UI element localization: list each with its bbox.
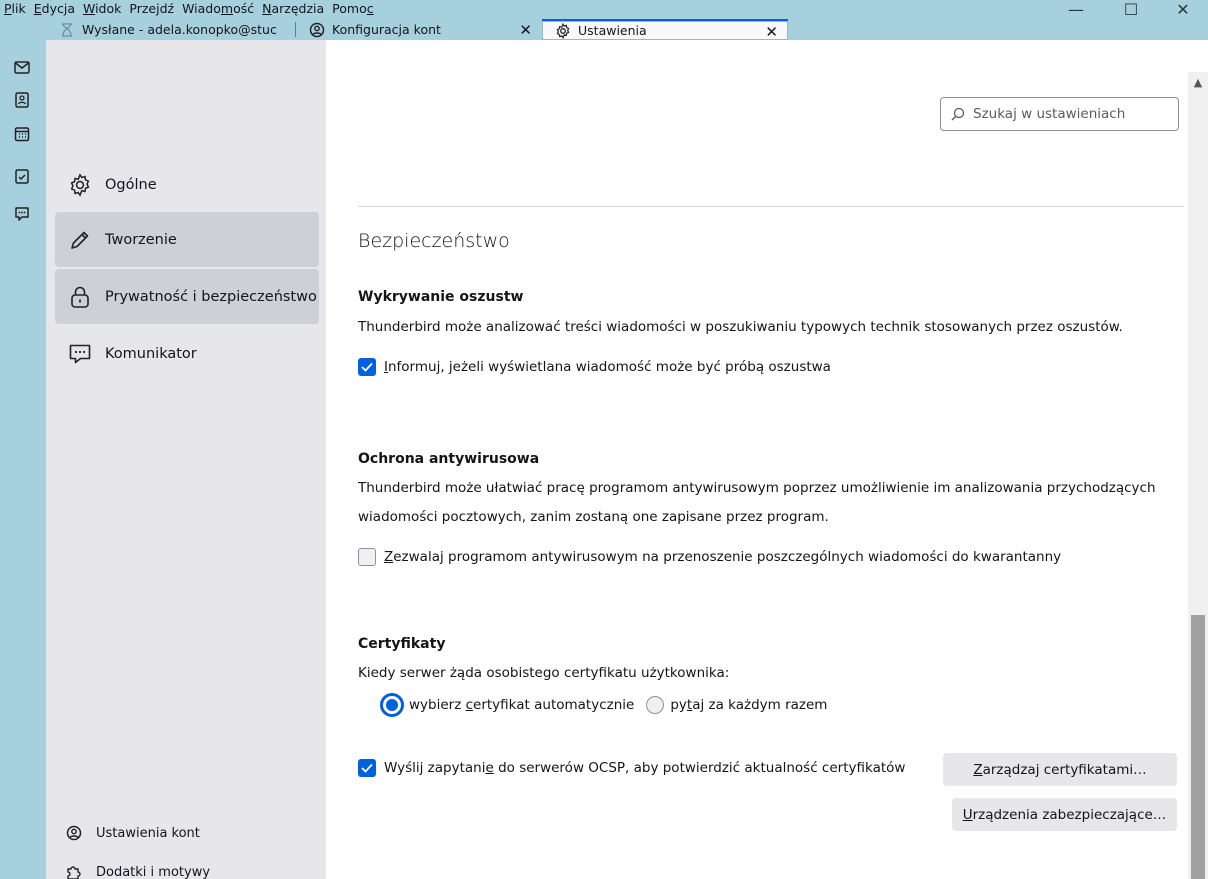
fraud-warning-checkbox[interactable]: Informuj, jeżeli wyświetlana wiadomość m… <box>358 358 831 376</box>
certificates-heading: Certyfikaty <box>358 636 446 652</box>
sidebar-item-chat[interactable]: Komunikator <box>55 326 319 381</box>
tab-sent[interactable]: Wysłane - adela.konopko@stuc <box>46 19 296 40</box>
search-placeholder: Szukaj w ustawieniach <box>973 106 1126 122</box>
menu-tools[interactable]: Narzędzia <box>262 1 324 17</box>
certificates-question: Kiedy serwer żąda osobistego certyfikatu… <box>358 665 730 681</box>
antivirus-description-line2: wiadomości pocztowych, zanim zostaną one… <box>358 509 829 525</box>
spaces-toolbar <box>0 40 46 879</box>
mail-icon[interactable] <box>12 57 32 77</box>
tab-account-setup[interactable]: Konfiguracja kont ✕ <box>296 19 542 40</box>
gear-icon <box>554 22 572 39</box>
sidebar-item-label: Komunikator <box>105 345 197 362</box>
sidebar-item-general[interactable]: Ogólne <box>55 157 319 212</box>
tab-label: Konfiguracja kont <box>332 22 441 37</box>
account-icon <box>308 22 326 38</box>
checkbox-checked[interactable] <box>358 358 376 376</box>
menu-file[interactable]: Plik <box>4 1 26 17</box>
fraud-heading: Wykrywanie oszustw <box>358 289 524 305</box>
close-icon[interactable]: ✕ <box>519 21 532 39</box>
section-title: Bezpieczeństwo <box>358 230 510 252</box>
title-bar: Plik Edycja Widok Przejdź Wiadomość Narz… <box>0 0 1208 40</box>
security-devices-button[interactable]: Urządzenia zabezpieczające… <box>952 798 1177 831</box>
fraud-description: Thunderbird może analizować treści wiado… <box>358 319 1123 335</box>
sidebar-footer-label: Dodatki i motywy <box>96 864 211 879</box>
ocsp-checkbox[interactable]: Wyślij zapytanie do serwerów OCSP, aby p… <box>358 759 905 777</box>
antivirus-description-line1: Thunderbird może ułatwiać pracę programo… <box>358 480 1156 496</box>
puzzle-icon <box>64 862 84 879</box>
pencil-icon <box>67 227 93 253</box>
sidebar-item-label: Tworzenie <box>105 231 177 248</box>
checkbox-label: Informuj, jeżeli wyświetlana wiadomość m… <box>384 359 831 375</box>
menu-view[interactable]: Widok <box>83 1 121 17</box>
radio-auto-certificate[interactable] <box>380 693 404 717</box>
menu-go[interactable]: Przejdź <box>129 1 174 17</box>
radio-ask-every-time[interactable] <box>646 696 665 714</box>
tasks-icon[interactable] <box>12 166 32 186</box>
manage-certificates-button[interactable]: Zarządzaj certyfikatami… <box>943 753 1177 786</box>
antivirus-quarantine-checkbox[interactable]: Zezwalaj programom antywirusowym na prze… <box>358 548 1061 566</box>
radio-ask-label[interactable]: pytaj za każdym razem <box>670 697 827 713</box>
tab-label: Wysłane - adela.konopko@stuc <box>82 22 277 37</box>
address-book-icon[interactable] <box>12 90 32 110</box>
divider <box>358 206 1184 207</box>
lock-icon <box>67 284 93 310</box>
menu-bar: Plik Edycja Widok Przejdź Wiadomość Narz… <box>4 1 374 17</box>
checkbox-label: Zezwalaj programom antywirusowym na prze… <box>384 549 1062 565</box>
chat-icon[interactable] <box>12 204 32 224</box>
close-icon[interactable]: ✕ <box>765 23 778 40</box>
sidebar-item-label: Ogólne <box>105 176 157 193</box>
sidebar-item-composition[interactable]: Tworzenie <box>55 212 319 267</box>
category-sidebar: Ogólne Tworzenie Prywatność i bezpieczeń… <box>46 40 326 879</box>
tab-settings[interactable]: Ustawienia ✕ <box>542 19 788 40</box>
chat-icon <box>67 341 93 367</box>
tab-strip: Wysłane - adela.konopko@stuc Konfiguracj… <box>46 19 788 40</box>
close-window-button[interactable]: ✕ <box>1163 0 1203 19</box>
menu-help[interactable]: Pomoc <box>332 1 373 17</box>
tab-label: Ustawienia <box>578 23 647 38</box>
settings-content: Szukaj w ustawieniach Bezpieczeństwo Wyk… <box>326 40 1188 879</box>
sidebar-item-privacy-security[interactable]: Prywatność i bezpieczeństwo <box>55 269 319 324</box>
sidebar-footer-addons[interactable]: Dodatki i motywy <box>64 862 210 879</box>
gear-icon <box>67 172 93 198</box>
menu-message[interactable]: Wiadomość <box>182 1 254 17</box>
sidebar-footer-label: Ustawienia kont <box>96 825 200 841</box>
radio-auto-label[interactable]: wybierz certyfikat automatycznie <box>409 697 634 713</box>
search-input[interactable]: Szukaj w ustawieniach <box>940 97 1179 131</box>
scroll-up-icon[interactable]: ▲ <box>1190 74 1206 90</box>
maximize-button[interactable]: ☐ <box>1111 0 1151 19</box>
calendar-icon[interactable] <box>12 124 32 144</box>
account-icon <box>64 823 84 843</box>
antivirus-heading: Ochrona antywirusowa <box>358 451 540 467</box>
menu-edit[interactable]: Edycja <box>34 1 75 17</box>
sidebar-item-label: Prywatność i bezpieczeństwo <box>105 288 317 305</box>
checkbox-checked[interactable] <box>358 759 376 777</box>
checkbox-unchecked[interactable] <box>358 548 376 566</box>
hourglass-icon <box>58 22 76 37</box>
search-icon <box>951 107 967 121</box>
checkbox-label: Wyślij zapytanie do serwerów OCSP, aby p… <box>384 760 906 776</box>
certificate-radio-group: wybierz certyfikat automatycznie pytaj z… <box>380 693 827 717</box>
scrollbar-thumb[interactable] <box>1191 615 1205 879</box>
minimize-button[interactable]: — <box>1056 0 1096 19</box>
sidebar-footer-account-settings[interactable]: Ustawienia kont <box>64 823 200 843</box>
